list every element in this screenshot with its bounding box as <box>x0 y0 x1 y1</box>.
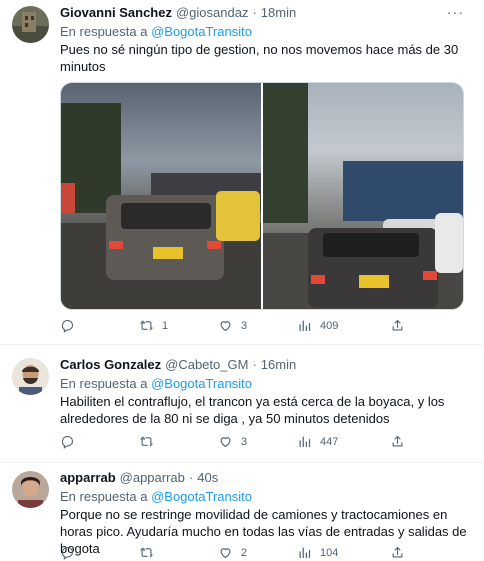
views-button[interactable]: 447 <box>297 434 376 449</box>
author-handle[interactable]: @apparrab <box>120 470 185 486</box>
reply-to-link[interactable]: @BogotaTransito <box>151 24 252 39</box>
tweet-apparrab[interactable]: apparrab @apparrab · 40s En respuesta a … <box>0 463 484 561</box>
reply-context: En respuesta a @BogotaTransito <box>60 488 472 505</box>
timestamp[interactable]: 40s <box>197 470 218 486</box>
views-icon <box>299 547 311 559</box>
like-count: 3 <box>241 435 248 448</box>
like-icon <box>220 437 231 448</box>
retweet-button[interactable] <box>139 434 218 449</box>
tweet-actions: 3 447 <box>60 434 472 449</box>
views-icon <box>299 436 311 448</box>
tweet-carlos-gonzalez[interactable]: Carlos Gonzalez @Cabeto_GM · 16min En re… <box>0 345 484 463</box>
like-button[interactable]: 3 <box>218 434 297 449</box>
like-icon <box>220 321 231 332</box>
reply-prefix: En respuesta a <box>60 489 148 504</box>
share-icon <box>392 319 403 331</box>
retweet-count: 1 <box>162 319 169 332</box>
author-handle[interactable]: @Cabeto_GM <box>165 357 248 373</box>
author-name[interactable]: Carlos Gonzalez <box>60 357 161 373</box>
tweet-actions: 1 3 409 <box>60 318 472 333</box>
retweet-icon <box>140 436 153 447</box>
share-button[interactable] <box>390 318 413 333</box>
timestamp[interactable]: 18min <box>261 5 296 21</box>
author-name[interactable]: apparrab <box>60 470 116 486</box>
reply-context: En respuesta a @BogotaTransito <box>60 23 472 40</box>
avatar-image <box>12 358 49 395</box>
views-count: 447 <box>320 435 339 448</box>
like-button[interactable]: 2 <box>218 545 297 560</box>
like-button[interactable]: 3 <box>218 318 297 333</box>
avatar[interactable] <box>12 6 49 43</box>
tweet-text: Pues no sé ningún tipo de gestion, no no… <box>60 42 459 74</box>
traffic-photo-right-graphic <box>263 83 463 309</box>
reply-button[interactable] <box>60 318 139 333</box>
reply-context: En respuesta a @BogotaTransito <box>60 375 472 392</box>
retweet-icon <box>140 547 153 558</box>
like-count: 3 <box>241 319 248 332</box>
avatar-image <box>12 471 49 508</box>
reply-to-link[interactable]: @BogotaTransito <box>151 376 252 391</box>
views-count: 104 <box>320 546 339 559</box>
tweet-giovanni-sanchez[interactable]: Giovanni Sanchez @giosandaz · 18min ··· … <box>0 0 484 345</box>
share-button[interactable] <box>390 434 413 449</box>
retweet-button[interactable]: 1 <box>139 318 218 333</box>
reply-icon <box>61 546 74 560</box>
share-button[interactable] <box>390 545 413 560</box>
traffic-photo-right[interactable] <box>263 83 463 309</box>
reply-prefix: En respuesta a <box>60 24 148 39</box>
views-icon <box>299 320 311 332</box>
avatar-image <box>12 6 49 43</box>
traffic-photo-left[interactable] <box>61 83 261 309</box>
views-button[interactable]: 409 <box>297 318 376 333</box>
reply-button[interactable] <box>60 434 139 449</box>
traffic-photo-left-graphic <box>61 103 261 309</box>
author-handle[interactable]: @giosandaz <box>176 5 248 21</box>
more-icon[interactable]: ··· <box>447 5 464 19</box>
tweet-text: Habiliten el contraflujo, el trancon ya … <box>60 394 445 426</box>
separator-dot: · <box>252 5 257 20</box>
views-button[interactable]: 104 <box>297 545 376 560</box>
retweet-icon <box>140 320 153 331</box>
timestamp[interactable]: 16min <box>261 357 296 373</box>
tweet-media[interactable] <box>60 82 464 310</box>
avatar[interactable] <box>12 358 49 395</box>
reply-icon <box>61 435 74 449</box>
reply-prefix: En respuesta a <box>60 376 148 391</box>
share-icon <box>392 546 403 558</box>
reply-to-link[interactable]: @BogotaTransito <box>151 489 252 504</box>
avatar[interactable] <box>12 471 49 508</box>
separator-dot: · <box>188 470 194 485</box>
views-count: 409 <box>320 319 339 332</box>
separator-dot: · <box>252 357 257 372</box>
tweet-actions: 2 104 <box>60 545 472 560</box>
reply-button[interactable] <box>60 545 139 560</box>
share-icon <box>392 435 403 447</box>
retweet-button[interactable] <box>139 545 218 560</box>
like-icon <box>220 548 231 559</box>
reply-icon <box>61 319 74 333</box>
author-name[interactable]: Giovanni Sanchez <box>60 5 172 21</box>
like-count: 2 <box>241 546 248 559</box>
